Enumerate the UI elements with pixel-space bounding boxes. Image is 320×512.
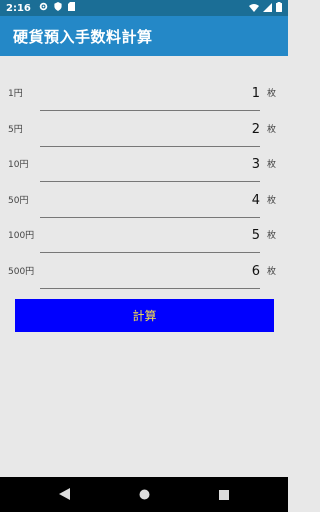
coin-label: 100円: [8, 231, 35, 241]
coin-label: 500円: [8, 267, 35, 277]
coin-count-input-10yen[interactable]: [40, 147, 260, 181]
coin-label: 1円: [8, 89, 23, 99]
coin-count-field[interactable]: [40, 112, 260, 147]
app-bar: 硬貨預入手数料計算: [0, 16, 288, 56]
calculate-button[interactable]: 計算: [15, 299, 274, 332]
unit-label: 枚: [267, 231, 277, 241]
nav-bar: [0, 477, 288, 512]
coin-count-field[interactable]: [40, 254, 260, 289]
coin-count-field[interactable]: [40, 218, 260, 253]
coin-count-input-50yen[interactable]: [40, 183, 260, 217]
sdcard-icon: [67, 2, 75, 14]
back-button[interactable]: [24, 477, 104, 512]
home-button[interactable]: [104, 477, 184, 512]
coin-count-input-100yen[interactable]: [40, 218, 260, 252]
coin-row-50yen: 50円 枚: [0, 183, 288, 219]
status-time: 2:16: [6, 2, 31, 14]
coin-label: 10円: [8, 160, 29, 170]
signal-icon: [263, 2, 272, 15]
coin-row-1yen: 1円 枚: [0, 76, 288, 112]
coin-count-input-500yen[interactable]: [40, 254, 260, 288]
unit-label: 枚: [267, 196, 277, 206]
page-title: 硬貨預入手数料計算: [13, 27, 153, 46]
coin-count-field[interactable]: [40, 183, 260, 218]
coin-count-input-5yen[interactable]: [40, 112, 260, 146]
coin-row-5yen: 5円 枚: [0, 112, 288, 148]
coin-count-field[interactable]: [40, 76, 260, 111]
coin-label: 5円: [8, 125, 23, 135]
unit-label: 枚: [267, 267, 277, 277]
gear-icon: [39, 2, 48, 14]
coin-label: 50円: [8, 196, 29, 206]
coin-count-input-1yen[interactable]: [40, 76, 260, 110]
shield-icon: [54, 2, 62, 14]
unit-label: 枚: [267, 89, 277, 99]
unit-label: 枚: [267, 125, 277, 135]
wifi-icon: [249, 3, 259, 15]
unit-label: 枚: [267, 160, 277, 170]
battery-icon: [276, 2, 282, 15]
coin-form: 1円 枚 5円 枚 10円 枚 50円 枚 100円 枚 500円: [0, 56, 288, 477]
coin-row-10yen: 10円 枚: [0, 147, 288, 183]
recents-icon: [219, 485, 229, 504]
coin-row-500yen: 500円 枚: [0, 254, 288, 290]
status-bar: 2:16: [0, 0, 288, 16]
coin-row-100yen: 100円 枚: [0, 218, 288, 254]
coin-count-field[interactable]: [40, 147, 260, 182]
home-icon: [139, 485, 150, 504]
back-icon: [58, 485, 70, 504]
recents-button[interactable]: [184, 477, 264, 512]
